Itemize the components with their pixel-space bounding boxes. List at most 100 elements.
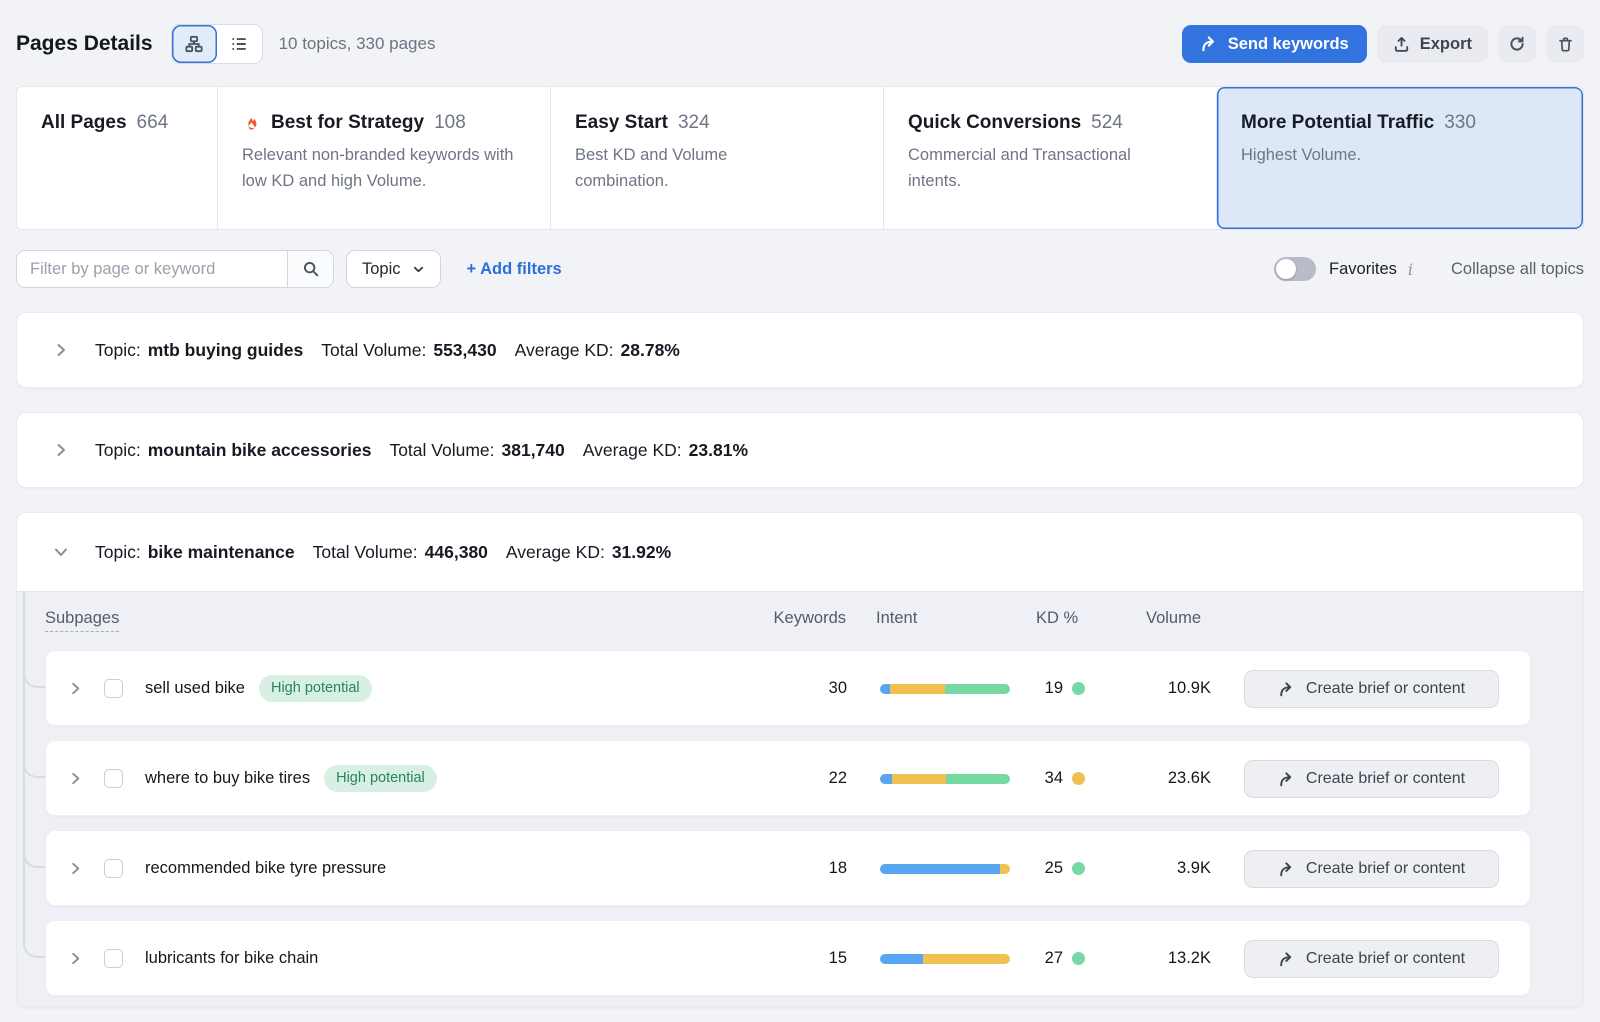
export-button[interactable]: Export <box>1377 25 1488 63</box>
create-brief-button[interactable]: Create brief or content <box>1244 760 1499 798</box>
top-bar: Pages Details <box>16 24 1584 64</box>
high-potential-badge: High potential <box>259 675 372 702</box>
trash-icon <box>1557 36 1574 53</box>
intent-segment-blue <box>880 774 892 784</box>
kd-value: 25 <box>993 859 1063 878</box>
column-header-intent: Intent <box>876 609 917 628</box>
keywords-count: 18 <box>747 859 847 878</box>
search-box <box>16 250 334 288</box>
volume-value: 23.6K <box>1111 769 1211 788</box>
row-checkbox[interactable] <box>104 949 123 968</box>
create-brief-button[interactable]: Create brief or content <box>1244 670 1499 708</box>
topic-row-mountain-bike-accessories[interactable]: Topic:mountain bike accessories Total Vo… <box>16 412 1584 488</box>
chevron-right-icon[interactable] <box>68 861 83 876</box>
search-icon <box>302 260 320 278</box>
subpages-table: Subpages Keywords Intent KD % Volume s <box>17 591 1583 1007</box>
add-filters-link[interactable]: + Add filters <box>467 260 562 279</box>
list-view-button[interactable] <box>217 25 262 63</box>
delete-button[interactable] <box>1546 25 1584 63</box>
subpage-name: lubricants for bike chain <box>145 949 318 968</box>
chevron-down-icon[interactable] <box>53 544 69 560</box>
chevron-right-icon[interactable] <box>68 951 83 966</box>
column-header-kd: KD % <box>1036 609 1078 628</box>
topic-section-bike-maintenance: Topic:bike maintenance Total Volume:446,… <box>16 512 1584 1008</box>
kd-value: 34 <box>993 769 1063 788</box>
subpage-name: recommended bike tyre pressure <box>145 859 386 878</box>
chevron-right-icon[interactable] <box>53 342 69 358</box>
favorites-group: Favorites i Collapse all topics <box>1274 257 1584 281</box>
volume-value: 13.2K <box>1111 949 1211 968</box>
favorites-label: Favorites <box>1329 260 1397 279</box>
collapse-all-topics-link[interactable]: Collapse all topics <box>1451 260 1584 279</box>
topic-row-bike-maintenance[interactable]: Topic:bike maintenance Total Volume:446,… <box>17 513 1583 591</box>
intent-segment-yellow <box>892 774 947 784</box>
topic-total-volume: 381,740 <box>502 440 565 461</box>
flame-icon <box>242 114 261 133</box>
send-arrow-icon <box>1200 35 1218 53</box>
intent-bar <box>880 774 1010 784</box>
tree-connector-elbow <box>23 661 47 688</box>
tab-quick-conversions[interactable]: Quick Conversions 524 Commercial and Tra… <box>883 87 1216 229</box>
view-mode-toggle <box>171 24 263 64</box>
create-brief-button[interactable]: Create brief or content <box>1244 940 1499 978</box>
chevron-right-icon[interactable] <box>68 771 83 786</box>
preset-tabs: All Pages 664 Best for Strategy 108 Rele… <box>16 86 1584 230</box>
kd-dot <box>1072 682 1085 695</box>
send-arrow-icon <box>1278 771 1295 788</box>
topic-name: mtb buying guides <box>148 340 304 361</box>
column-header-volume: Volume <box>1146 609 1201 628</box>
intent-bar <box>880 954 1010 964</box>
refresh-icon <box>1508 35 1526 53</box>
topic-average-kd: 28.78% <box>621 340 680 361</box>
pages-details-screen: Pages Details <box>0 0 1600 1022</box>
intent-segment-blue <box>880 954 923 964</box>
keywords-count: 30 <box>747 679 847 698</box>
topic-name: bike maintenance <box>148 542 295 563</box>
refresh-button[interactable] <box>1498 25 1536 63</box>
tree-connector-elbow <box>23 841 47 868</box>
send-arrow-icon <box>1278 951 1295 968</box>
tab-best-for-strategy[interactable]: Best for Strategy 108 Relevant non-brand… <box>217 87 550 229</box>
topic-row-mtb-buying-guides[interactable]: Topic:mtb buying guides Total Volume:553… <box>16 312 1584 388</box>
info-icon[interactable]: i <box>1408 260 1413 279</box>
sitemap-icon <box>185 35 203 53</box>
volume-value: 3.9K <box>1111 859 1211 878</box>
tab-all-pages[interactable]: All Pages 664 <box>17 87 217 229</box>
row-checkbox[interactable] <box>104 769 123 788</box>
topic-filter-dropdown[interactable]: Topic <box>346 250 441 288</box>
tab-more-potential-traffic[interactable]: More Potential Traffic 330 Highest Volum… <box>1216 87 1583 229</box>
topic-average-kd: 23.81% <box>689 440 748 461</box>
create-brief-button[interactable]: Create brief or content <box>1244 850 1499 888</box>
subpage-row-recommended-bike-tyre-pressure: recommended bike tyre pressure 18 25 3.9… <box>45 830 1531 906</box>
search-button[interactable] <box>287 251 333 287</box>
send-keywords-button[interactable]: Send keywords <box>1182 25 1367 63</box>
search-input[interactable] <box>17 251 287 287</box>
topic-name: mountain bike accessories <box>148 440 372 461</box>
kd-dot <box>1072 772 1085 785</box>
topic-total-volume: 446,380 <box>425 542 488 563</box>
row-checkbox[interactable] <box>104 679 123 698</box>
list-icon <box>230 35 248 53</box>
keywords-count: 22 <box>747 769 847 788</box>
page-title: Pages Details <box>16 32 153 56</box>
intent-segment-blue <box>880 684 890 694</box>
export-icon <box>1393 36 1410 53</box>
chevron-right-icon[interactable] <box>53 442 69 458</box>
subpage-row-where-to-buy-bike-tires: where to buy bike tires High potential 2… <box>45 740 1531 816</box>
keywords-count: 15 <box>747 949 847 968</box>
chevron-down-icon <box>412 263 425 276</box>
volume-value: 10.9K <box>1111 679 1211 698</box>
row-checkbox[interactable] <box>104 859 123 878</box>
column-header-keywords: Keywords <box>746 609 846 628</box>
tab-easy-start[interactable]: Easy Start 324 Best KD and Volume combin… <box>550 87 883 229</box>
tree-connector-elbow <box>23 751 47 778</box>
tree-view-button[interactable] <box>172 25 217 63</box>
chevron-right-icon[interactable] <box>68 681 83 696</box>
intent-bar <box>880 864 1010 874</box>
kd-dot <box>1072 862 1085 875</box>
topics-pages-summary: 10 topics, 330 pages <box>279 34 436 54</box>
intent-segment-blue <box>880 864 1000 874</box>
topic-total-volume: 553,430 <box>433 340 496 361</box>
column-header-subpages[interactable]: Subpages <box>45 609 119 632</box>
favorites-toggle[interactable] <box>1274 257 1316 281</box>
